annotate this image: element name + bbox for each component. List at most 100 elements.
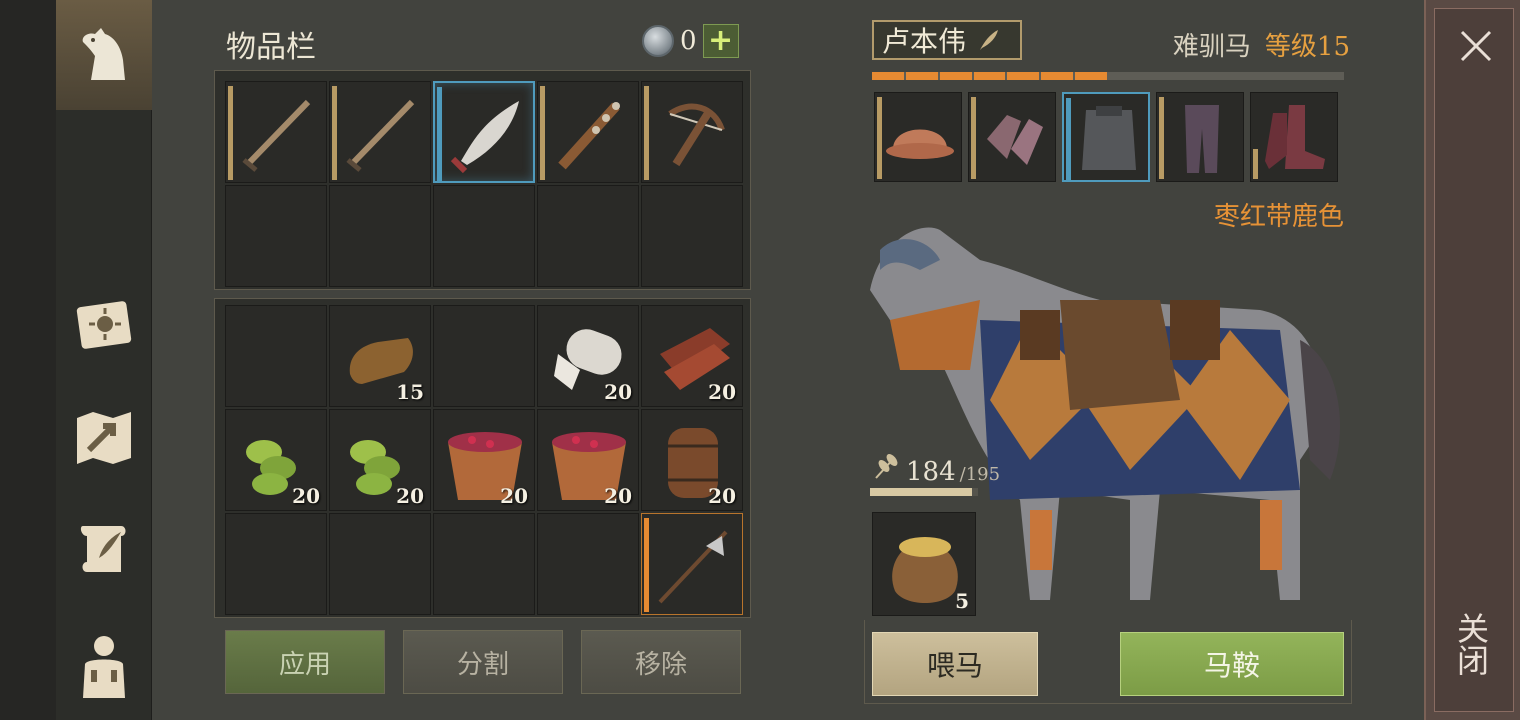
quality-bar bbox=[1066, 98, 1071, 180]
xp-segment bbox=[939, 72, 972, 80]
character-icon bbox=[83, 636, 125, 698]
inventory-slot-b2[interactable] bbox=[433, 305, 535, 407]
left-strip bbox=[0, 0, 56, 720]
inventory-slot-c1[interactable]: 20 bbox=[329, 409, 431, 511]
inventory-slot-b4[interactable]: 20 bbox=[641, 305, 743, 407]
horse-level: 等级15 bbox=[1264, 32, 1350, 62]
xp-segment bbox=[872, 72, 904, 80]
xp-segment bbox=[1075, 72, 1108, 80]
sidebar-tab-horse[interactable] bbox=[56, 0, 152, 110]
inventory-title: 物品栏 bbox=[226, 30, 316, 65]
feed-horse-button[interactable]: 喂马 bbox=[872, 632, 1038, 696]
xp-segment bbox=[905, 72, 938, 80]
currency-display: 0 + bbox=[642, 24, 739, 58]
inventory-slot-a3[interactable] bbox=[537, 81, 639, 183]
inventory-slot-d2[interactable] bbox=[433, 513, 535, 615]
sword-icon bbox=[242, 99, 311, 172]
food-bar-fill bbox=[870, 488, 972, 496]
quality-bar bbox=[644, 86, 649, 180]
horse-name: 卢本伟 bbox=[882, 25, 967, 58]
inventory-slot-c0[interactable]: 20 bbox=[225, 409, 327, 511]
close-label[interactable]: 关闭 bbox=[1450, 612, 1494, 676]
gear-slot-leggings[interactable] bbox=[1156, 92, 1244, 182]
inventory-items-grid: 15 20 20 20 20 20 20 20 bbox=[214, 298, 751, 618]
halberd-icon bbox=[658, 530, 728, 604]
inventory-slot-b1[interactable]: 15 bbox=[329, 305, 431, 407]
gear-slot-gloves[interactable] bbox=[968, 92, 1056, 182]
gear-slot-boots[interactable] bbox=[1250, 92, 1338, 182]
map-icon bbox=[77, 412, 131, 464]
xp-segment bbox=[1278, 72, 1311, 80]
sidebar-tab-quests[interactable] bbox=[56, 494, 152, 604]
quality-bar bbox=[332, 86, 337, 180]
item-count: 20 bbox=[604, 380, 632, 404]
inventory-slot-e4[interactable] bbox=[641, 185, 743, 287]
spiked-club-icon bbox=[558, 102, 620, 170]
xp-segment bbox=[1007, 72, 1040, 80]
inventory-slot-c2[interactable]: 20 bbox=[433, 409, 535, 511]
inventory-slot-d1[interactable] bbox=[329, 513, 431, 615]
horse-food-stat: 184 /195 bbox=[872, 452, 1000, 487]
horse-head-icon bbox=[82, 28, 125, 80]
quality-bar bbox=[1159, 97, 1164, 179]
sidebar-tab-journal[interactable] bbox=[56, 270, 152, 380]
sidebar-tab-map[interactable] bbox=[56, 382, 152, 492]
inventory-slot-e0[interactable] bbox=[225, 185, 327, 287]
sidebar bbox=[56, 0, 152, 720]
inventory-slot-c3[interactable]: 20 bbox=[537, 409, 639, 511]
gear-slot-armor[interactable] bbox=[1062, 92, 1150, 182]
item-count: 20 bbox=[708, 380, 736, 404]
mail-gloves-icon bbox=[987, 115, 1043, 165]
inventory-slot-a2[interactable] bbox=[433, 81, 535, 183]
inventory-slot-d3[interactable] bbox=[537, 513, 639, 615]
food-max: /195 bbox=[959, 464, 1001, 485]
inventory-slot-e2[interactable] bbox=[433, 185, 535, 287]
remove-button[interactable]: 移除 bbox=[581, 630, 741, 694]
quality-bar bbox=[877, 97, 882, 179]
sword-icon bbox=[346, 99, 415, 172]
currency-value: 0 bbox=[680, 26, 697, 56]
add-currency-button[interactable]: + bbox=[702, 24, 739, 58]
sidebar-tab-character[interactable] bbox=[56, 610, 152, 720]
xp-segment bbox=[973, 72, 1006, 80]
xp-segment bbox=[1210, 72, 1243, 80]
quality-bar bbox=[644, 518, 649, 612]
saddle-button[interactable]: 马鞍 bbox=[1120, 632, 1344, 696]
quality-bar bbox=[1253, 149, 1258, 179]
inventory-slot-d0[interactable] bbox=[225, 513, 327, 615]
sun-book-icon bbox=[76, 301, 132, 349]
item-count: 20 bbox=[604, 484, 632, 508]
boots-icon bbox=[1265, 105, 1325, 169]
quill-edit-icon[interactable] bbox=[976, 28, 1000, 52]
inventory-slot-e1[interactable] bbox=[329, 185, 431, 287]
item-count: 20 bbox=[500, 484, 528, 508]
item-count: 15 bbox=[396, 380, 424, 404]
inventory-slot-a0[interactable] bbox=[225, 81, 327, 183]
food-bar bbox=[870, 488, 978, 496]
inventory-slot-a1[interactable] bbox=[329, 81, 431, 183]
leggings-icon bbox=[1185, 105, 1219, 173]
scale-armor-icon bbox=[1082, 106, 1136, 170]
apply-button[interactable]: 应用 bbox=[225, 630, 385, 694]
inventory-slot-d4[interactable] bbox=[641, 513, 743, 615]
horse-type: 难驯马 bbox=[1172, 32, 1251, 62]
inventory-slot-b3[interactable]: 20 bbox=[537, 305, 639, 407]
crossbow-icon bbox=[668, 103, 725, 167]
scimitar-icon bbox=[450, 101, 519, 174]
feed-slot[interactable]: 5 bbox=[872, 512, 976, 616]
split-button[interactable]: 分割 bbox=[403, 630, 563, 694]
item-count: 20 bbox=[708, 484, 736, 508]
close-panel-inner bbox=[1434, 8, 1514, 712]
inventory-slot-b0[interactable] bbox=[225, 305, 327, 407]
quality-bar bbox=[540, 86, 545, 180]
inventory-slot-a4[interactable] bbox=[641, 81, 743, 183]
inventory-slot-e3[interactable] bbox=[537, 185, 639, 287]
helmet-icon bbox=[886, 129, 954, 159]
feed-count: 5 bbox=[955, 589, 969, 613]
xp-segment bbox=[1142, 72, 1175, 80]
inventory-slot-c4[interactable]: 20 bbox=[641, 409, 743, 511]
gear-slot-helmet[interactable] bbox=[874, 92, 962, 182]
horse-name-field[interactable]: 卢本伟 bbox=[872, 20, 1022, 60]
wheat-icon bbox=[875, 454, 898, 479]
close-icon[interactable] bbox=[1458, 28, 1494, 64]
